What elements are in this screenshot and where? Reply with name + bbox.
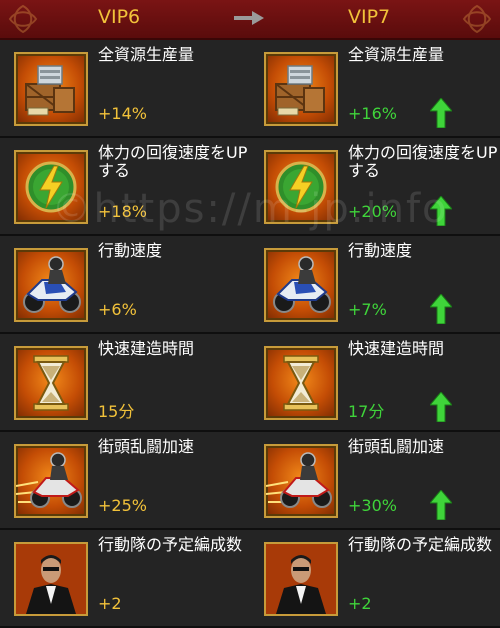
benefit-next: 全資源生産量 +16% (250, 40, 500, 136)
ornament-left-icon (6, 2, 40, 36)
benefit-current: 体力の回復速度をUPする +18% (0, 138, 250, 234)
benefit-value-next: +2 (348, 594, 372, 613)
benefit-row: 全資源生産量 +14% 全資源生産量 +16% (0, 40, 500, 138)
vip-from-level: VIP6 (98, 6, 141, 28)
benefit-value-current: +14% (98, 104, 147, 123)
benefit-row: 快速建造時間 15分 快速建造時間 17分 (0, 334, 500, 432)
benefit-label: 体力の回復速度をUPする (98, 143, 248, 180)
ornament-right-icon (460, 2, 494, 36)
benefit-row: 行動隊の予定編成数 +2 行動隊の予定編成数 +2 (0, 530, 500, 628)
benefit-next: 体力の回復速度をUPする +20% (250, 138, 500, 234)
suited-man-icon (14, 542, 88, 616)
benefit-next: 行動速度 +7% (250, 236, 500, 332)
benefit-value-current: +2 (98, 594, 122, 613)
hourglass-icon (264, 346, 338, 420)
benefit-value-next: +16% (348, 104, 397, 123)
benefit-current: 行動隊の予定編成数 +2 (0, 530, 250, 626)
benefit-value-current: +6% (98, 300, 137, 319)
speeding-rider-icon (14, 444, 88, 518)
increase-arrow-icon (430, 98, 452, 128)
increase-arrow-icon (430, 196, 452, 226)
benefit-label: 行動隊の予定編成数 (98, 535, 243, 554)
benefit-row: 街頭乱闘加速 +25% 街頭乱闘加速 +30% (0, 432, 500, 530)
lightning-emblem-icon (264, 150, 338, 224)
benefit-label: 街頭乱闘加速 (98, 437, 195, 456)
benefit-current: 行動速度 +6% (0, 236, 250, 332)
benefit-label: 行動隊の予定編成数 (348, 535, 493, 554)
benefit-label: 行動速度 (348, 241, 413, 260)
increase-arrow-icon (430, 392, 452, 422)
motorcycle-rider-icon (264, 248, 338, 322)
vip-header: VIP6 VIP7 (0, 0, 500, 40)
lightning-emblem-icon (14, 150, 88, 224)
resource-crate-icon (264, 52, 338, 126)
benefit-row: 体力の回復速度をUPする +18% 体力の回復速度をUPする +20% (0, 138, 500, 236)
benefit-value-next: +20% (348, 202, 397, 221)
benefit-label: 全資源生産量 (348, 45, 445, 64)
hourglass-icon (14, 346, 88, 420)
benefit-label: 街頭乱闘加速 (348, 437, 445, 456)
benefit-next: 街頭乱闘加速 +30% (250, 432, 500, 528)
benefit-current: 快速建造時間 15分 (0, 334, 250, 430)
benefit-value-current: +18% (98, 202, 147, 221)
benefit-current: 全資源生産量 +14% (0, 40, 250, 136)
benefit-label: 快速建造時間 (98, 339, 195, 358)
benefit-next: 快速建造時間 17分 (250, 334, 500, 430)
benefit-value-current: +25% (98, 496, 147, 515)
benefit-row: 行動速度 +6% 行動速度 +7% (0, 236, 500, 334)
motorcycle-rider-icon (14, 248, 88, 322)
benefit-label: 全資源生産量 (98, 45, 195, 64)
benefit-value-next: +7% (348, 300, 387, 319)
resource-crate-icon (14, 52, 88, 126)
benefit-value-next: 17分 (348, 402, 385, 421)
benefit-current: 街頭乱闘加速 +25% (0, 432, 250, 528)
suited-man-icon (264, 542, 338, 616)
benefit-next: 行動隊の予定編成数 +2 (250, 530, 500, 626)
increase-arrow-icon (430, 490, 452, 520)
benefit-label: 快速建造時間 (348, 339, 445, 358)
benefit-label: 体力の回復速度をUPする (348, 143, 498, 180)
arrow-right-icon (234, 11, 264, 25)
speeding-rider-icon (264, 444, 338, 518)
vip-to-level: VIP7 (348, 6, 391, 28)
increase-arrow-icon (430, 294, 452, 324)
benefit-value-next: +30% (348, 496, 397, 515)
benefit-value-current: 15分 (98, 402, 135, 421)
benefit-label: 行動速度 (98, 241, 163, 260)
